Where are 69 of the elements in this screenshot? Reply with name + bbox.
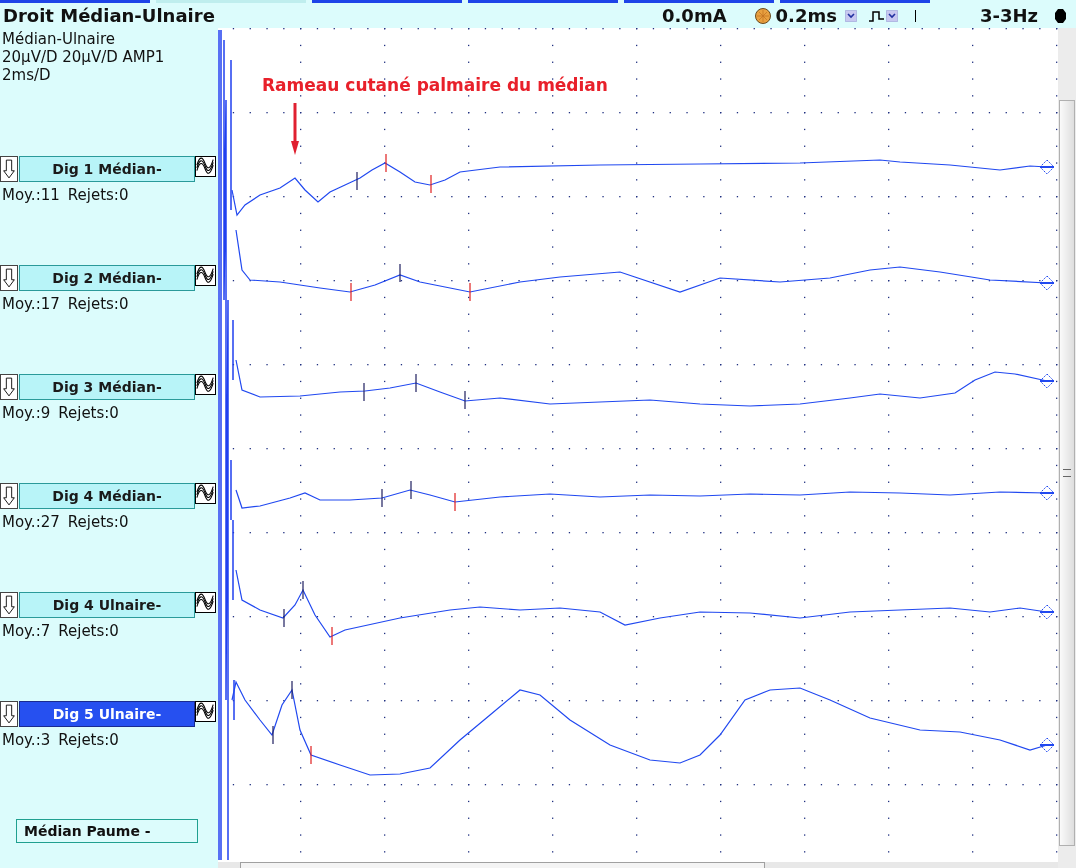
averages-count: Moy.:9 (2, 404, 51, 422)
averages-count: Moy.:11 (2, 186, 60, 204)
down-arrow-icon[interactable] (0, 701, 18, 727)
rejects-count: Rejets:0 (67, 295, 129, 313)
settings-text: 20µV/D 20µV/D AMP1 (1, 48, 166, 66)
latency-marker[interactable] (399, 264, 401, 282)
down-arrow-icon[interactable] (0, 156, 18, 182)
latency-marker[interactable] (331, 627, 333, 645)
latency-marker[interactable] (410, 481, 412, 499)
rejects-count: Rejets:0 (58, 731, 119, 749)
latency-marker[interactable] (464, 391, 466, 409)
latency-marker[interactable] (415, 374, 417, 392)
wave-icon[interactable] (195, 592, 216, 613)
channel-label[interactable]: Dig 5 Ulnaire- (19, 701, 195, 727)
wave-icon[interactable] (195, 265, 216, 286)
cursor-marker-icon[interactable] (1039, 604, 1055, 620)
averages-count: Moy.:17 (2, 295, 60, 313)
rejects-count: Rejets:0 (67, 513, 129, 531)
down-arrow-icon[interactable] (0, 592, 18, 618)
latency-marker[interactable] (272, 726, 274, 744)
channel-label[interactable]: Dig 4 Médian- (19, 483, 195, 509)
latency-marker[interactable] (350, 283, 352, 301)
settings-text: 2ms/D (1, 66, 52, 84)
wave-icon[interactable] (195, 156, 216, 177)
pulse-icon (868, 9, 884, 22)
hexagon-icon[interactable] (1055, 8, 1066, 23)
latency-marker[interactable] (283, 609, 285, 627)
down-arrow-icon[interactable] (0, 483, 18, 509)
latency-marker[interactable] (302, 581, 304, 599)
latency-marker[interactable] (385, 154, 387, 172)
averages-count: Moy.:7 (2, 622, 51, 640)
latency-marker[interactable] (469, 283, 471, 301)
wave-icon[interactable] (195, 374, 216, 395)
averages-count: Moy.:27 (2, 513, 60, 531)
down-arrow-icon[interactable] (0, 374, 18, 400)
cursor-marker-icon[interactable] (1039, 485, 1055, 501)
channel-label[interactable]: Médian Paume - (16, 819, 198, 843)
channel-label[interactable]: Dig 1 Médian- (19, 156, 195, 182)
duration-value: 0.2ms (775, 5, 837, 26)
averages-count: Moy.:3 (2, 731, 51, 749)
channel-label[interactable]: Dig 3 Médian- (19, 374, 195, 400)
frequency-value: 3-3Hz (979, 5, 1038, 26)
annotation-text: Rameau cutané palmaire du médian (262, 75, 608, 95)
cursor-marker-icon[interactable] (1039, 373, 1055, 389)
latency-marker[interactable] (291, 681, 293, 699)
rejects-count: Rejets:0 (67, 186, 129, 204)
dial-icon (754, 7, 771, 24)
channel-label[interactable]: Dig 2 Médian- (19, 265, 195, 291)
intensity-value: 0.0mA (662, 5, 727, 26)
rejects-count: Rejets:0 (58, 404, 119, 422)
down-arrow-icon[interactable] (0, 265, 18, 291)
channel-label[interactable]: Dig 4 Ulnaire- (19, 592, 195, 618)
latency-marker[interactable] (363, 383, 365, 401)
cursor-marker-icon[interactable] (1039, 275, 1055, 291)
wave-icon[interactable] (195, 701, 216, 722)
latency-marker[interactable] (454, 493, 456, 511)
rejects-count: Rejets:0 (58, 622, 119, 640)
dropdown-button[interactable] (885, 9, 898, 22)
latency-marker[interactable] (310, 746, 312, 764)
wave-icon[interactable] (195, 483, 216, 504)
cursor-marker-icon[interactable] (1039, 159, 1055, 175)
latency-marker[interactable] (430, 175, 432, 193)
latency-marker[interactable] (356, 172, 358, 190)
dropdown-button[interactable] (844, 9, 857, 22)
annotation-arrow (291, 103, 299, 155)
cursor-marker-icon[interactable] (1039, 737, 1055, 753)
latency-marker[interactable] (381, 489, 383, 507)
settings-text: Médian-Ulnaire (1, 30, 117, 48)
window-title: Droit Médian-Ulnaire (2, 5, 215, 26)
